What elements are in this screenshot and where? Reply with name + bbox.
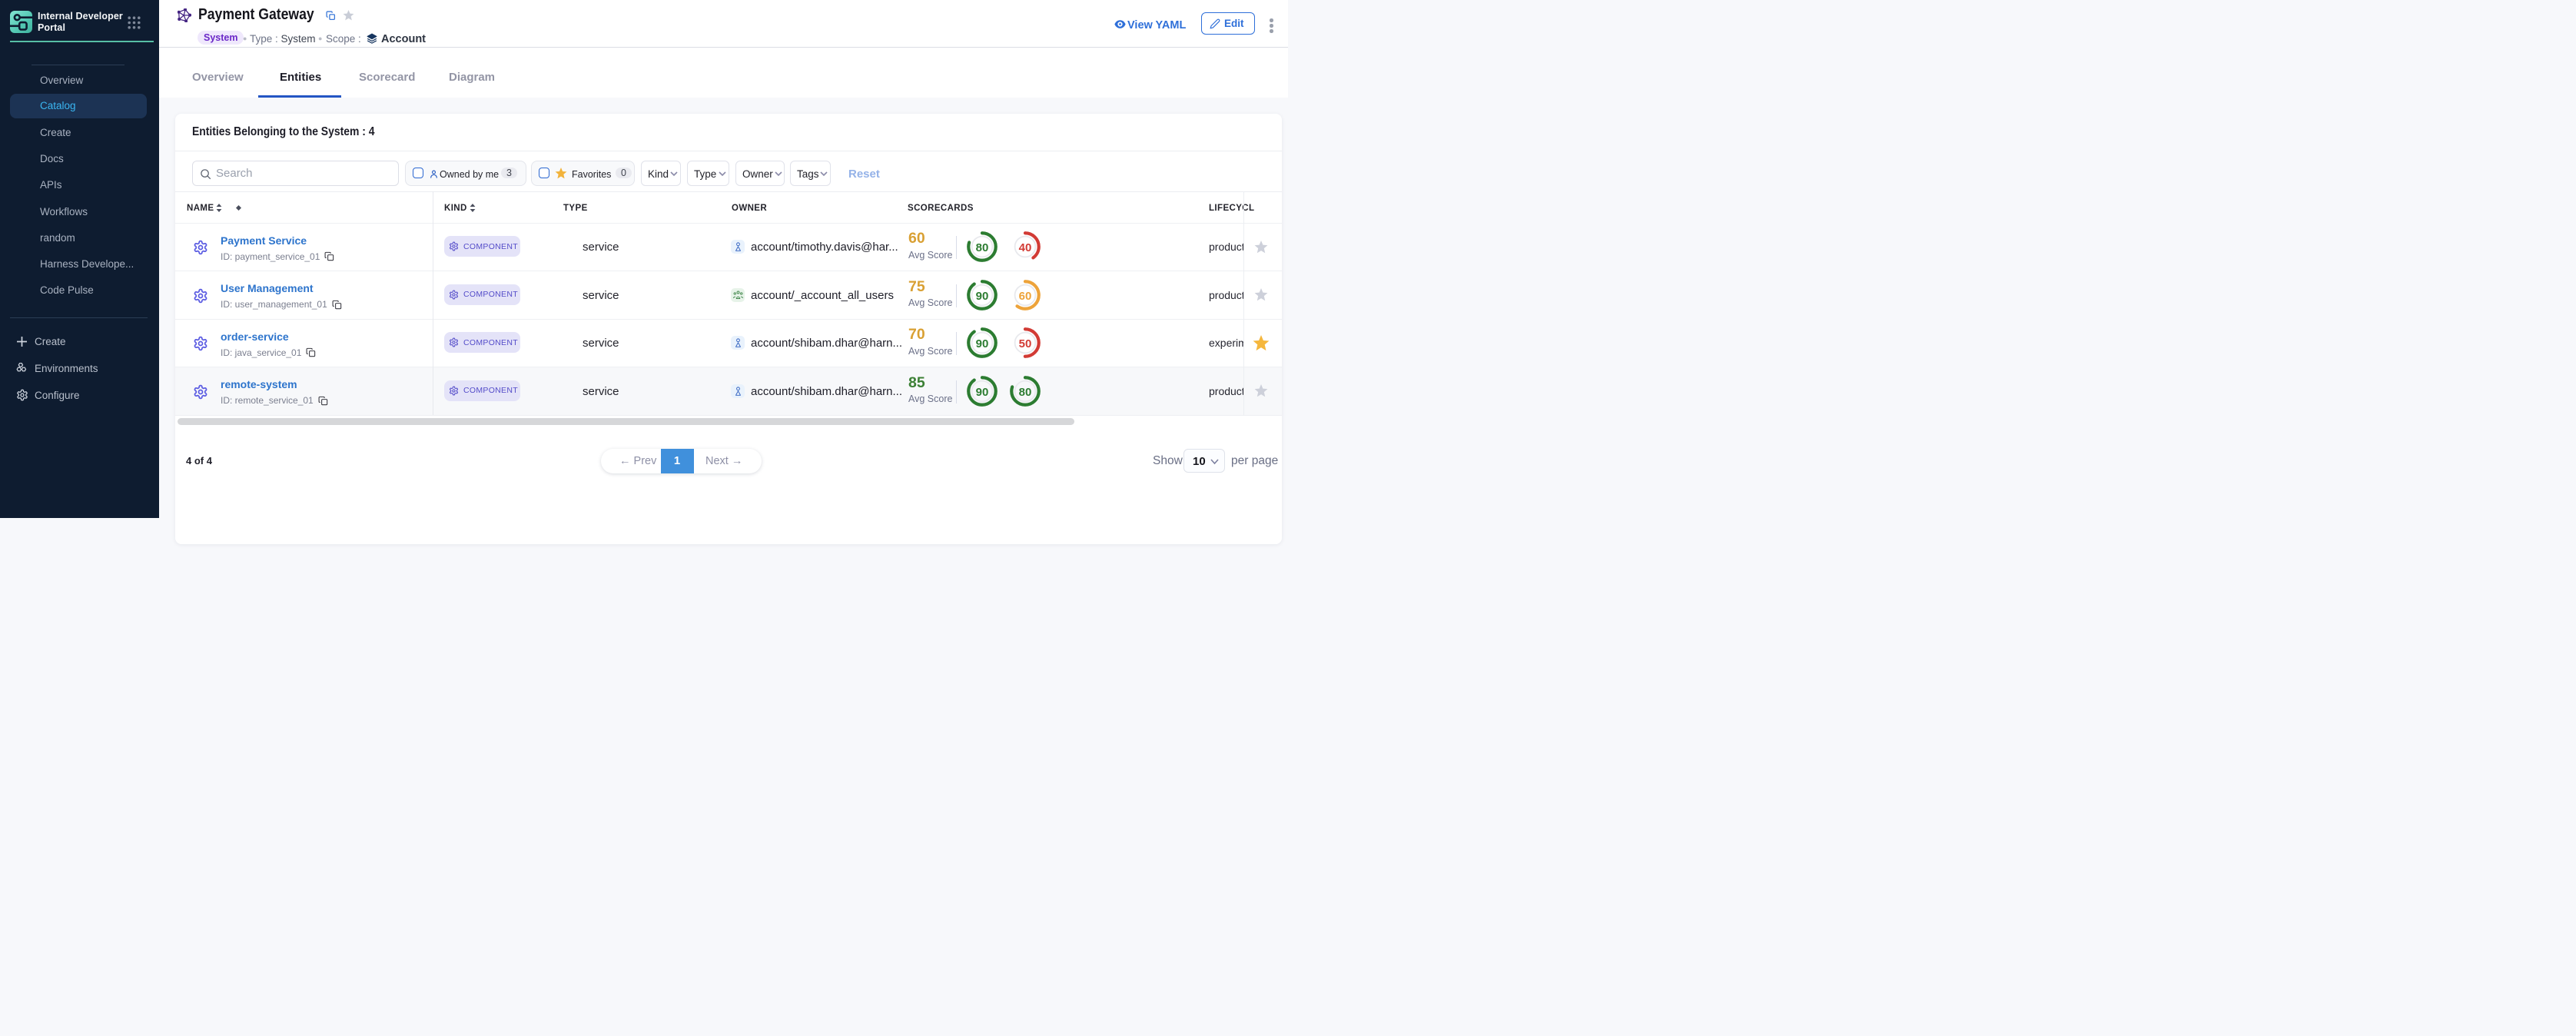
svg-text:80: 80 bbox=[976, 241, 989, 254]
svg-text:90: 90 bbox=[976, 337, 989, 350]
svg-text:60: 60 bbox=[1018, 290, 1031, 303]
svg-text:80: 80 bbox=[1018, 386, 1031, 399]
svg-text:50: 50 bbox=[1018, 337, 1031, 350]
svg-text:90: 90 bbox=[976, 386, 989, 399]
svg-text:90: 90 bbox=[976, 290, 989, 303]
svg-text:40: 40 bbox=[1018, 241, 1031, 254]
